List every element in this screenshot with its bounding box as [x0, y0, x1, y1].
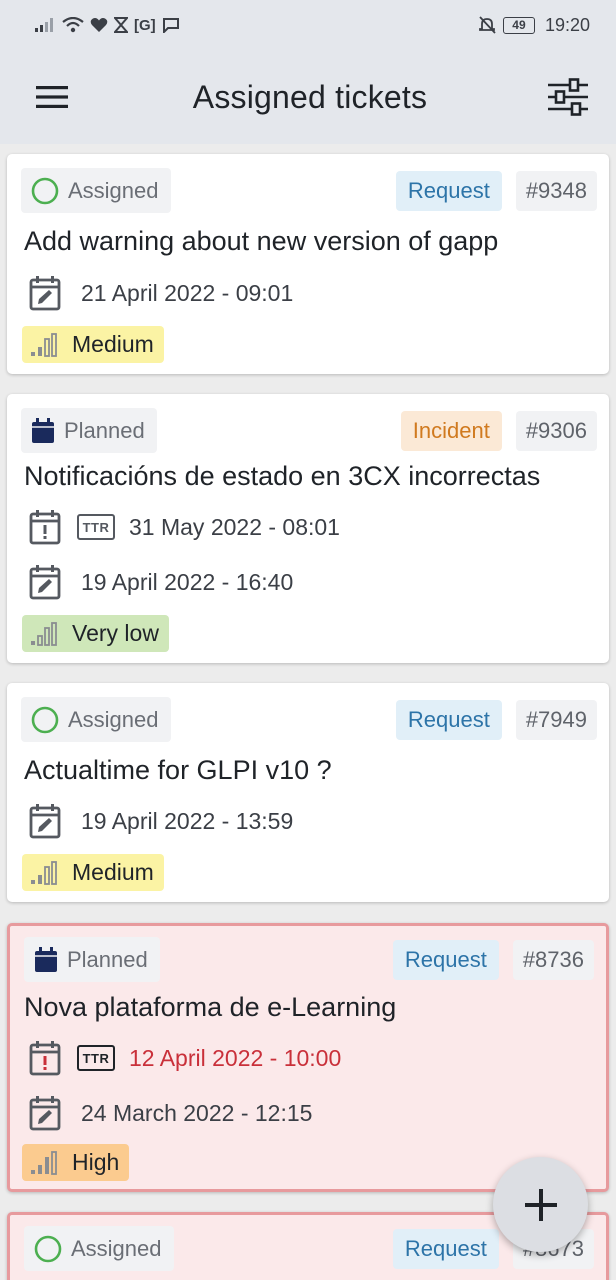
status-chip: Assigned: [21, 168, 171, 213]
signal-icon: [35, 18, 53, 32]
date-text: 19 April 2022 - 16:40: [81, 568, 294, 595]
type-chip: Request: [395, 170, 502, 211]
status-chip: Assigned: [21, 697, 171, 742]
priority-label: Medium: [72, 331, 154, 357]
priority-label: Medium: [72, 859, 154, 885]
ticket-title: Add warning about new version of gapp: [24, 226, 499, 256]
clock: 19:20: [544, 14, 590, 35]
priority-bars-icon: [31, 1150, 57, 1175]
ticket-card-overdue[interactable]: Planned Request #8736 Nova plataforma de…: [7, 923, 609, 1192]
status-icons-right: 49 19:20: [477, 15, 590, 36]
assigned-status-icon: [31, 706, 59, 733]
type-chip: Request: [392, 939, 499, 980]
calendar-alert-icon: [29, 510, 61, 545]
ticket-card[interactable]: Assigned Request #7949 Actualtime for GL…: [7, 683, 609, 902]
priority-chip: High: [22, 1144, 130, 1181]
priority-chip: Medium: [22, 326, 164, 363]
ticket-title: Actualtime for GLPI v10 ?: [24, 755, 332, 785]
date-text: 21 April 2022 - 09:01: [81, 279, 294, 306]
wifi-icon: [62, 17, 84, 33]
page-title: Assigned tickets: [192, 78, 428, 115]
filter-settings-button[interactable]: [546, 75, 590, 119]
status-chip: Planned: [24, 937, 160, 982]
system-status-bar: [G] 49 19:20: [0, 0, 616, 50]
priority-label: Very low: [72, 620, 159, 646]
date-row: 21 April 2022 - 09:01: [27, 273, 293, 313]
ttr-date-text: 31 May 2022 - 08:01: [129, 513, 340, 540]
status-label: Planned: [64, 417, 145, 443]
status-chip: Assigned: [24, 1226, 174, 1271]
status-label: Assigned: [68, 177, 159, 203]
status-label: Assigned: [68, 706, 159, 732]
calendar-edit-icon: [29, 1096, 61, 1131]
priority-bars-icon: [31, 621, 57, 646]
bell-off-icon: [479, 16, 496, 34]
type-chip: Request: [395, 699, 502, 740]
app-bar: Assigned tickets: [0, 50, 616, 144]
priority-label: High: [72, 1149, 120, 1175]
hourglass-icon: [114, 17, 128, 33]
ttr-badge: TTR: [77, 1045, 115, 1071]
heart-icon: [90, 18, 108, 32]
sliders-icon: [547, 78, 588, 116]
ticket-title: Notificacións de estado en 3CX incorrect…: [24, 461, 541, 491]
ttr-row: TTR 31 May 2022 - 08:01: [27, 507, 340, 547]
ticket-id: #7949: [515, 699, 597, 740]
battery-indicator: 49: [502, 16, 535, 34]
type-chip: Request: [392, 1228, 499, 1269]
ttr-date-text-overdue: 12 April 2022 - 10:00: [129, 1044, 342, 1071]
ticket-id: #8736: [512, 939, 594, 980]
calendar-edit-icon: [29, 565, 61, 600]
ticket-list[interactable]: Assigned Request #9348 Add warning about…: [0, 144, 616, 1280]
assigned-status-icon: [31, 177, 59, 204]
priority-chip: Very low: [22, 615, 169, 652]
date-text: 19 April 2022 - 13:59: [81, 807, 294, 834]
calendar-alert-icon: [29, 1041, 61, 1076]
g-badge: [G]: [134, 16, 156, 34]
status-chip: Planned: [21, 408, 157, 453]
calendar-edit-icon: [29, 276, 61, 311]
planned-calendar-icon: [35, 946, 57, 972]
calendar-edit-icon: [29, 804, 61, 839]
plus-icon: [524, 1188, 557, 1221]
date-row: 19 April 2022 - 13:59: [27, 801, 293, 841]
status-label: Assigned: [71, 1235, 162, 1261]
date-row: 19 April 2022 - 16:40: [27, 562, 293, 602]
add-ticket-button[interactable]: [493, 1157, 588, 1252]
date-text: 24 March 2022 - 12:15: [81, 1099, 313, 1126]
ticket-id: #9306: [515, 410, 597, 451]
type-chip: Incident: [400, 410, 502, 451]
status-label: Planned: [67, 946, 148, 972]
priority-chip: Medium: [22, 854, 164, 891]
ticket-title: Nova plataforma de e-Learning: [24, 992, 397, 1022]
planned-calendar-icon: [32, 417, 54, 443]
ttr-row: TTR 12 April 2022 - 10:00: [27, 1038, 341, 1078]
hamburger-menu-icon: [36, 86, 68, 108]
assigned-status-icon: [34, 1235, 62, 1262]
ttr-badge: TTR: [77, 514, 115, 540]
priority-bars-icon: [31, 860, 57, 885]
menu-button[interactable]: [30, 75, 74, 119]
ticket-id: #9348: [515, 170, 597, 211]
date-row: 24 March 2022 - 12:15: [27, 1093, 312, 1133]
ticket-card[interactable]: Assigned Request #9348 Add warning about…: [7, 154, 609, 374]
status-icons-left: [G]: [34, 17, 180, 34]
priority-bars-icon: [31, 332, 57, 357]
ticket-card[interactable]: Planned Incident #9306 Notificacións de …: [7, 394, 609, 663]
message-icon: [162, 18, 179, 33]
